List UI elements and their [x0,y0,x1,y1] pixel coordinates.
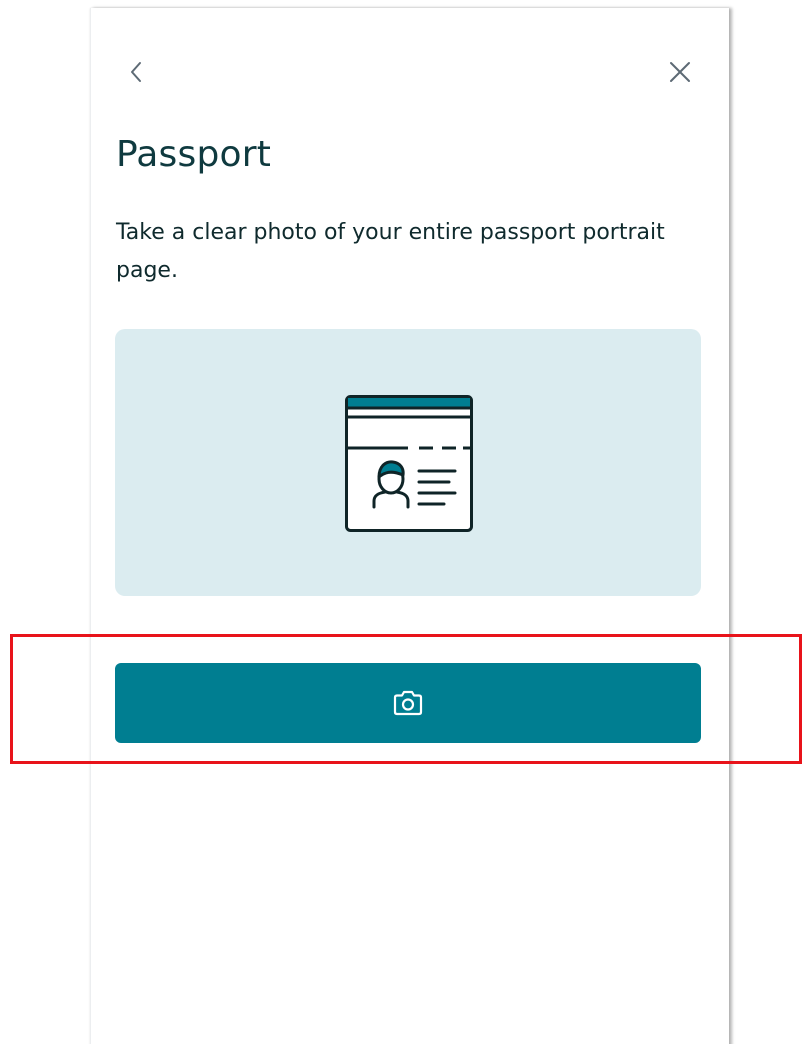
take-photo-button[interactable] [115,663,701,743]
instruction-text: Take a clear photo of your entire passpo… [116,220,665,283]
screen: Passport Take a clear photo of your enti… [0,0,802,1044]
close-icon [670,62,690,82]
passport-document-icon [345,395,473,532]
passport-illustration [115,329,701,596]
chevron-left-icon [131,62,141,82]
close-button[interactable] [664,54,696,90]
back-button[interactable] [122,54,150,90]
page-title: Passport [116,134,272,175]
camera-icon [393,690,423,716]
